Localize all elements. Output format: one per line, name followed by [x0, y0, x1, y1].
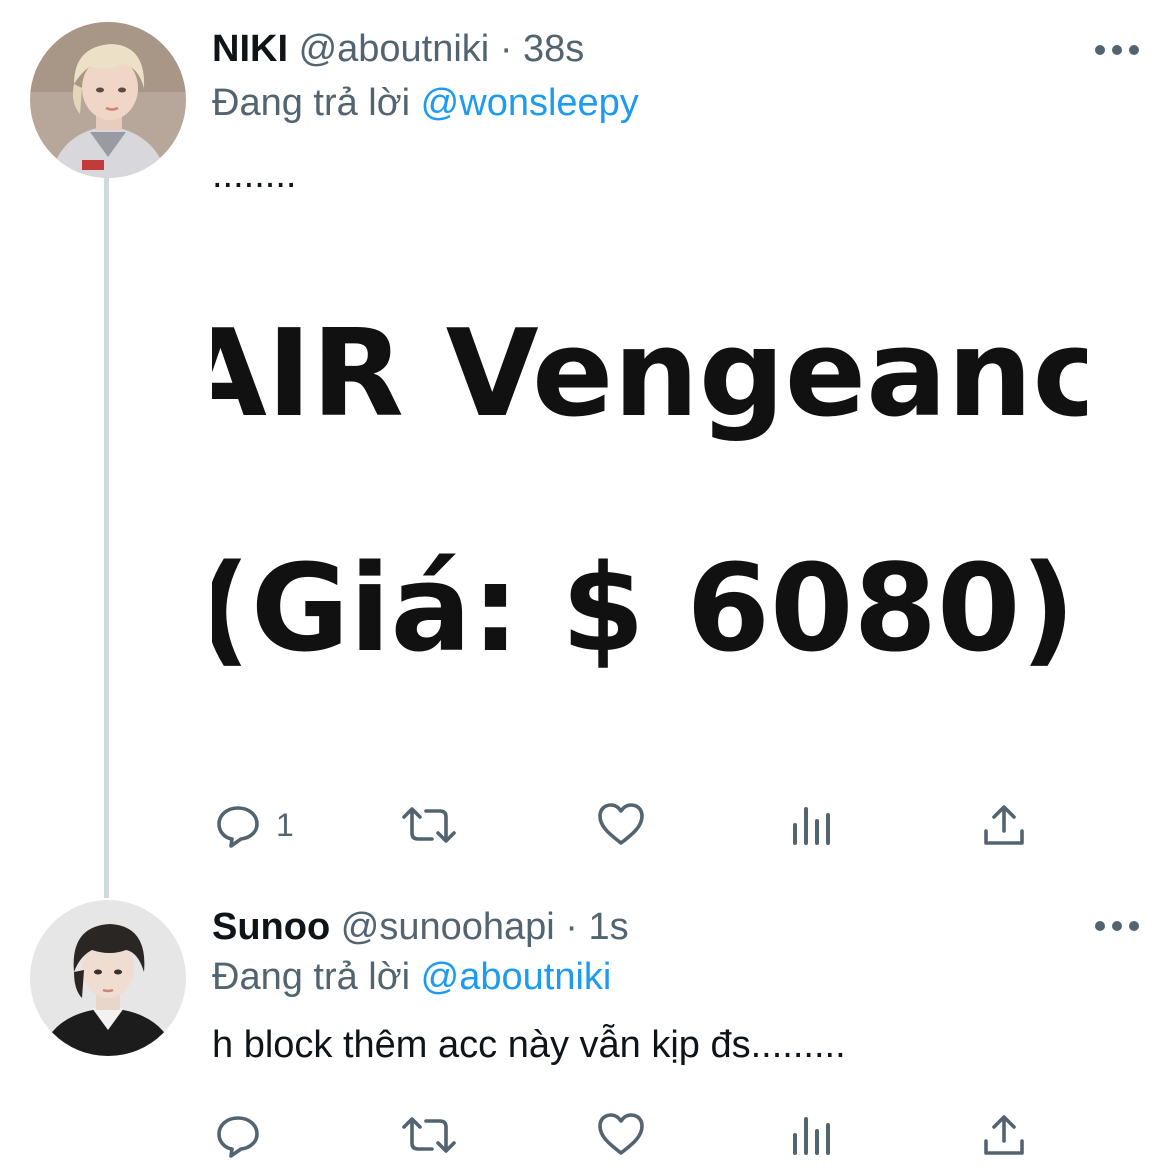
avatar-dark-hair-person-icon [30, 900, 186, 1056]
share-button[interactable] [980, 795, 1028, 855]
replying-to-mention[interactable]: @aboutniki [421, 956, 612, 998]
user-handle[interactable]: @sunoohapi [341, 906, 555, 948]
analytics-button[interactable] [790, 1105, 834, 1165]
replying-to: Đang trả lời @wonsleepy [212, 78, 639, 128]
tweet-niki[interactable]: NIKI @aboutniki · 38s Đang trả lời @wons… [0, 0, 1170, 880]
more-dots-icon [1095, 921, 1139, 931]
media-text-line: AIR Vengeanc [212, 305, 1087, 444]
replying-to-mention[interactable]: @wonsleepy [421, 82, 639, 124]
share-button[interactable] [980, 1105, 1028, 1165]
header-separator: · [565, 906, 578, 948]
tweet-media-image[interactable]: AIR Vengeanc (Giá: $ 6080) [212, 250, 1087, 730]
tweet-header: Sunoo @sunoohapi · 1s [212, 902, 1060, 952]
share-upload-icon [984, 1115, 1024, 1155]
reply-bubble-icon [217, 806, 259, 848]
analytics-bars-icon [793, 1117, 830, 1155]
heart-icon [598, 1113, 644, 1155]
header-separator: · [499, 28, 513, 70]
user-handle[interactable]: @aboutniki [299, 28, 490, 70]
tweet-header: NIKI @aboutniki · 38s [212, 24, 1060, 74]
replying-to-label: Đang trả lời [212, 82, 411, 124]
retweet-icon [402, 1117, 456, 1153]
display-name[interactable]: Sunoo [212, 906, 330, 948]
avatar[interactable] [30, 900, 186, 1056]
tweet-actions [212, 1105, 1072, 1165]
reply-bubble-icon [217, 1116, 259, 1158]
share-upload-icon [984, 805, 1024, 845]
tweet-actions: 1 [212, 795, 1072, 855]
timestamp[interactable]: 1s [589, 906, 629, 948]
analytics-bars-icon [793, 807, 830, 845]
avatar-blond-person-icon [30, 22, 186, 178]
tweet-text: ........ [212, 154, 297, 196]
more-dots-icon [1095, 45, 1139, 55]
media-text-line: (Giá: $ 6080) [212, 540, 1076, 679]
replying-to: Đang trả lời @aboutniki [212, 952, 611, 1002]
heart-icon [598, 803, 644, 845]
reply-button[interactable] [214, 1105, 276, 1165]
more-options-button[interactable] [1094, 40, 1140, 60]
reply-button[interactable]: 1 [214, 795, 294, 855]
retweet-button[interactable] [400, 1105, 458, 1165]
display-name[interactable]: NIKI [212, 28, 288, 70]
analytics-button[interactable] [790, 795, 834, 855]
tweet-text: h block thêm acc này vẫn kịp đs......... [212, 1024, 846, 1066]
like-button[interactable] [596, 1105, 646, 1165]
timestamp[interactable]: 38s [523, 28, 584, 70]
retweet-button[interactable] [400, 795, 458, 855]
more-options-button[interactable] [1094, 916, 1140, 936]
retweet-icon [402, 807, 456, 843]
avatar[interactable] [30, 22, 186, 178]
replying-to-label: Đang trả lời [212, 956, 411, 998]
like-button[interactable] [596, 795, 646, 855]
tweet-sunoo[interactable]: Sunoo @sunoohapi · 1s Đang trả lời @abou… [0, 880, 1170, 1174]
reply-count: 1 [276, 806, 294, 843]
